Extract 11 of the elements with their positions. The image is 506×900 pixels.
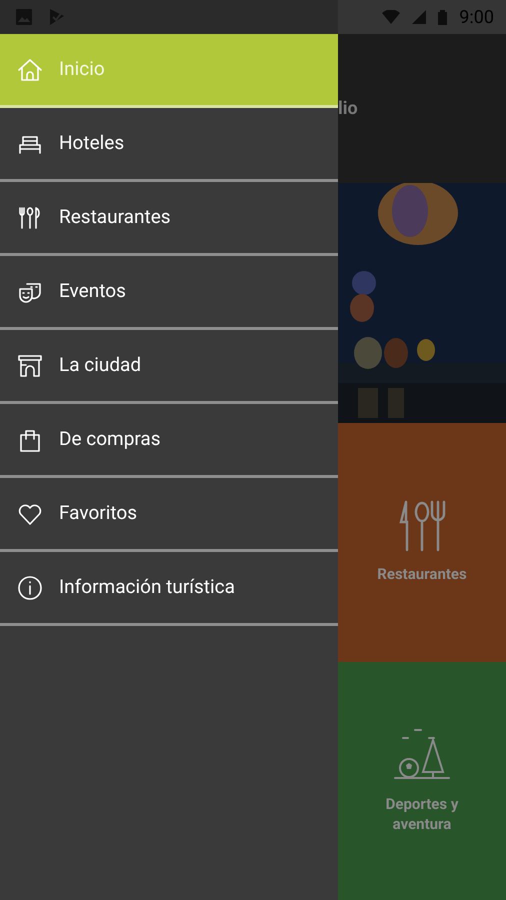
flag-check-icon	[48, 8, 66, 26]
signal-icon	[412, 10, 426, 24]
image-icon	[16, 9, 32, 25]
battery-icon	[438, 10, 448, 24]
football-and-tree-icon	[393, 728, 451, 782]
wifi-icon	[382, 10, 400, 24]
cutlery-icon	[398, 500, 446, 552]
tile-label: Restaurantes	[377, 564, 467, 584]
app-bar-title: lio	[338, 97, 358, 121]
tile-label: Deportes y aventura	[384, 794, 460, 834]
info-icon	[16, 574, 44, 602]
